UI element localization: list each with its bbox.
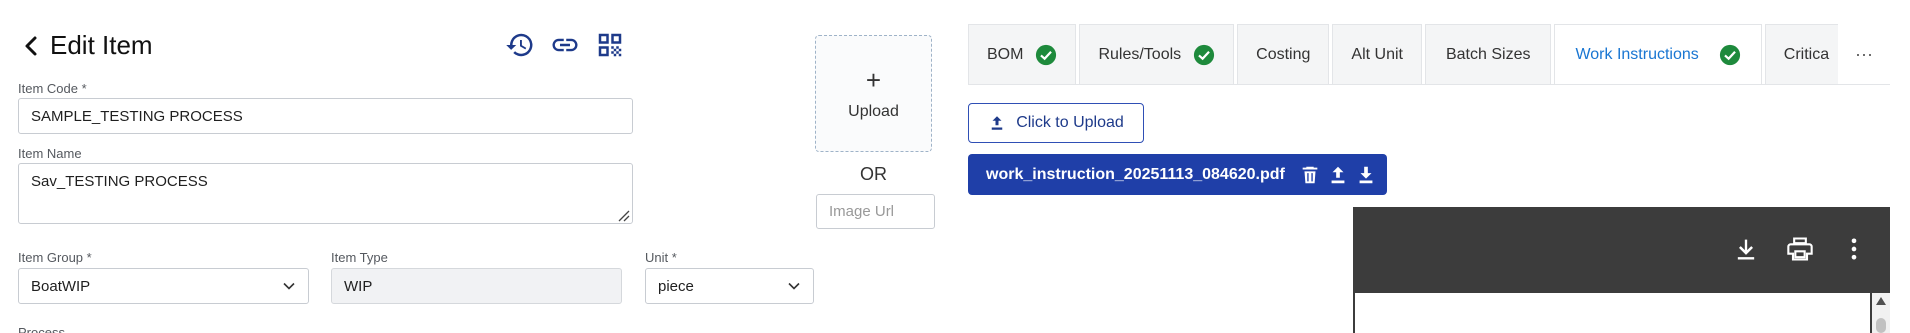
tab-label: BOM — [987, 46, 1024, 63]
item-code-field[interactable]: SAMPLE_TESTING PROCESS — [18, 98, 633, 134]
chevron-down-icon — [283, 282, 295, 290]
pdf-toolbar — [1732, 235, 1890, 263]
file-name-link[interactable]: work_instruction_20251113_084620.pdf — [986, 166, 1285, 184]
image-url-placeholder: Image Url — [829, 203, 895, 220]
item-type-value: WIP — [344, 277, 373, 295]
item-code-value: SAMPLE_TESTING PROCESS — [31, 107, 243, 125]
tab-divider — [968, 84, 1890, 85]
click-to-upload-label: Click to Upload — [1016, 114, 1124, 131]
item-name-label: Item Name — [18, 146, 82, 161]
qr-code-icon[interactable] — [595, 30, 625, 60]
item-name-textarea[interactable]: Sav_TESTING PROCESS — [18, 163, 633, 224]
item-type-label: Item Type — [331, 250, 388, 265]
tab-label: Rules/Tools — [1098, 46, 1182, 63]
pdf-page — [1355, 293, 1870, 333]
upload-icon[interactable] — [1327, 164, 1349, 186]
tab-work-instructions[interactable]: Work Instructions — [1554, 24, 1762, 85]
tab-critical[interactable]: Critica — [1764, 24, 1849, 85]
click-to-upload-button[interactable]: Click to Upload — [968, 103, 1144, 143]
or-divider-text: OR — [860, 164, 887, 184]
unit-select[interactable]: piece — [645, 268, 814, 304]
more-vert-icon[interactable] — [1840, 235, 1868, 263]
history-icon[interactable] — [505, 30, 535, 60]
more-tabs-button[interactable]: ··· — [1838, 24, 1890, 85]
item-group-label: Item Group * — [18, 250, 92, 265]
tab-rules-tools[interactable]: Rules/Tools — [1079, 24, 1235, 85]
scrollbar-thumb[interactable] — [1876, 318, 1886, 333]
uploaded-file-chip: work_instruction_20251113_084620.pdf — [968, 154, 1387, 195]
download-icon[interactable] — [1732, 235, 1760, 263]
tab-bar: BOM Rules/Tools Costing Alt Unit Batch S… — [968, 24, 1890, 85]
resize-grip-icon[interactable] — [616, 208, 630, 222]
plus-icon: + — [865, 64, 882, 95]
tab-bom[interactable]: BOM — [968, 24, 1077, 85]
tab-label: Alt Unit — [1351, 46, 1403, 63]
upload-icon — [991, 116, 1003, 130]
item-code-label: Item Code * — [18, 81, 87, 96]
link-icon[interactable] — [550, 30, 580, 60]
download-icon[interactable] — [1355, 164, 1377, 186]
image-url-input[interactable]: Image Url — [816, 194, 935, 229]
print-icon[interactable] — [1786, 235, 1814, 263]
item-group-select[interactable]: BoatWIP — [18, 268, 309, 304]
tab-batch-sizes[interactable]: Batch Sizes — [1424, 24, 1552, 85]
check-circle-icon — [1036, 44, 1057, 66]
unit-label: Unit * — [645, 250, 677, 265]
item-type-field: WIP — [331, 268, 622, 304]
unit-value: piece — [658, 277, 694, 295]
item-name-value: Sav_TESTING PROCESS — [31, 173, 208, 190]
delete-icon[interactable] — [1299, 164, 1321, 186]
scroll-up-arrow-icon[interactable] — [1875, 296, 1887, 306]
image-upload-box[interactable]: + Upload — [815, 35, 932, 152]
upload-label: Upload — [848, 102, 899, 120]
tab-label: Costing — [1256, 46, 1311, 63]
tab-label: Critica — [1783, 46, 1830, 63]
process-label: Process — [18, 325, 65, 333]
chevron-down-icon — [788, 282, 800, 290]
tab-label: Batch Sizes — [1445, 46, 1531, 63]
tab-label: Work Instructions — [1575, 46, 1699, 63]
back-arrow-icon[interactable] — [20, 33, 42, 59]
item-group-value: BoatWIP — [31, 277, 91, 295]
check-circle-icon — [1719, 44, 1740, 66]
tab-costing[interactable]: Costing — [1237, 24, 1330, 85]
check-circle-icon — [1194, 44, 1215, 66]
page-title: Edit Item — [50, 30, 153, 60]
tab-alt-unit[interactable]: Alt Unit — [1332, 24, 1422, 85]
